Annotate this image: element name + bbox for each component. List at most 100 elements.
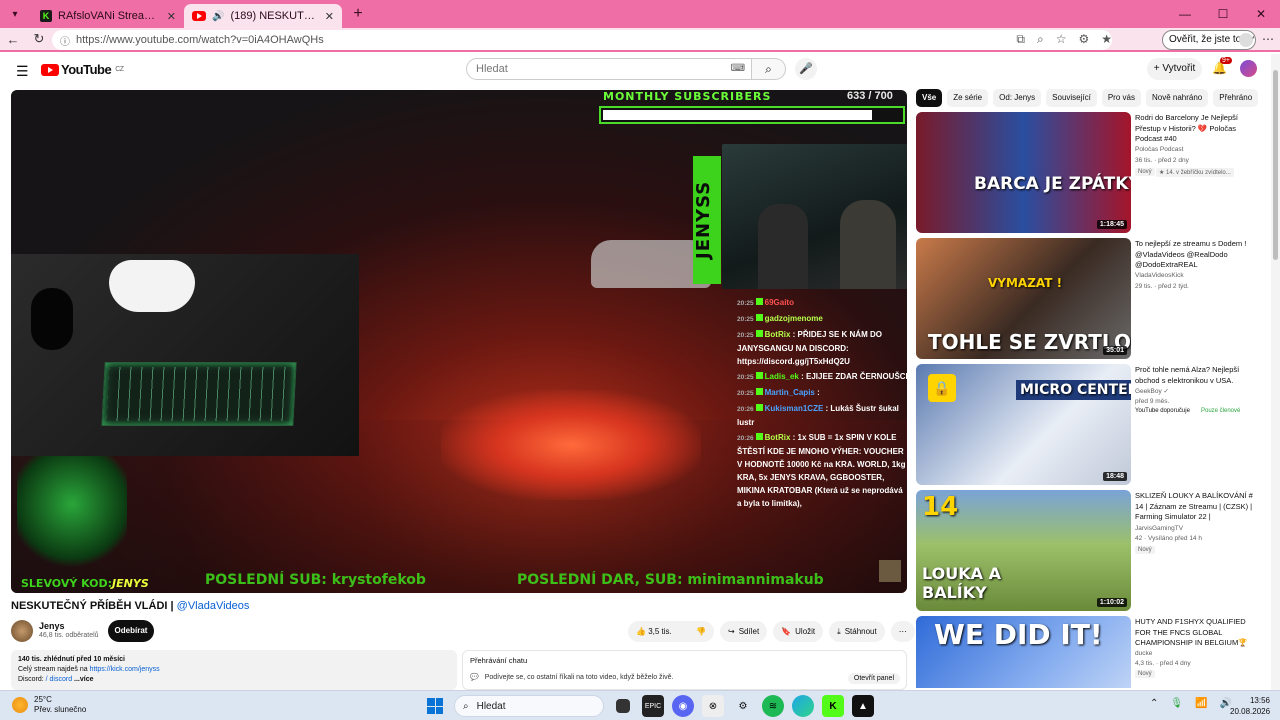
new-tab-button[interactable]: + — [346, 5, 370, 23]
chip-series[interactable]: Ze série — [947, 89, 989, 107]
video-thumbnail[interactable]: WE DID IT! — [916, 616, 1131, 688]
clock[interactable]: 13:56 20.08.2026 — [1230, 695, 1270, 717]
recommendation-channel[interactable]: Poločas Podcast — [1135, 145, 1183, 155]
mic-tray-icon[interactable]: 🎙 — [1170, 698, 1183, 709]
notifications-button[interactable]: 🔔 9+ — [1212, 57, 1232, 75]
site-info-icon[interactable]: ⓘ — [60, 33, 70, 48]
recommendation-item[interactable]: BARCA JE ZPÁTKY? 1:18:45 Rodri do Barcel… — [916, 112, 1270, 234]
recommendation-item[interactable]: VYMAZAT ! TOHLE SE ZVRTLO 35:01 To nejle… — [916, 238, 1270, 360]
save-button[interactable]: 🔖 Uložit — [773, 621, 824, 642]
chip-related[interactable]: Související — [1046, 89, 1097, 107]
account-avatar[interactable] — [1240, 60, 1257, 77]
youtube-logo[interactable]: YouTube CZ — [41, 62, 124, 77]
wifi-icon[interactable]: 📶 — [1195, 698, 1207, 709]
recommendation-title[interactable]: Proč tohle nemá Alza? Nejlepší obchod s … — [1135, 365, 1260, 386]
recommendation-channel[interactable]: ducke — [1135, 649, 1152, 659]
tab-youtube-video[interactable]: 🔊 (189) NESKUTEČNÝ PŘÍBĚH VL ✕ — [184, 4, 342, 28]
dislike-button[interactable]: 👎 — [696, 627, 706, 636]
hamburger-menu-icon[interactable]: ☰ — [16, 63, 29, 80]
recommendation-channel[interactable]: GeekBoy ✓ — [1135, 387, 1169, 397]
search-input[interactable]: Hledat ⌨ — [466, 58, 752, 80]
recommendation-title[interactable]: HUTY AND F1SHYX QUALIFIED FOR THE FNCS G… — [1135, 617, 1260, 649]
chat-text: : — [814, 388, 820, 397]
video-title-link[interactable]: @VladaVideos — [177, 600, 250, 612]
chip-watched[interactable]: Přehráno — [1213, 89, 1259, 107]
tab-actions-menu-icon[interactable]: ▾ — [4, 4, 26, 24]
zoom-icon[interactable]: ⌕ — [1037, 32, 1044, 47]
search-button[interactable]: ⌕ — [752, 58, 786, 80]
open-panel-button[interactable]: Otevřít panel — [847, 673, 900, 684]
page-scrollbar[interactable] — [1271, 54, 1280, 690]
chat-username: BotRix — [764, 433, 791, 442]
recommendation-channel[interactable]: VladaVideosKick — [1135, 271, 1184, 281]
chip-recent[interactable]: Nově nahráno — [1145, 89, 1209, 107]
desc-discord: Discord: — [18, 676, 44, 683]
back-icon[interactable]: ← — [0, 32, 26, 47]
keyboard-icon[interactable]: ⌨ — [731, 59, 745, 79]
video-thumbnail[interactable]: 🔒 MICRO CENTER 18:48 — [916, 364, 1131, 485]
apps-icon[interactable]: ⧉ — [1016, 32, 1025, 47]
video-thumbnail[interactable]: 14 LOUKA A BALÍKY 1:10:02 — [916, 490, 1131, 611]
recommendation-item[interactable]: 🔒 MICRO CENTER 18:48 Proč tohle nemá Alz… — [916, 364, 1270, 486]
epic-games-icon[interactable]: EPIC — [642, 695, 664, 717]
recommendation-title[interactable]: SKLIZEŇ LOUKY A BALÍKOVÁNÍ # 14 | Záznam… — [1135, 491, 1260, 523]
recommendation-item[interactable]: WE DID IT! HUTY AND F1SHYX QUALIFIED FOR… — [916, 616, 1270, 688]
favorite-star-icon[interactable]: ☆ — [1056, 32, 1067, 47]
desc-discord-link[interactable]: / discord — [44, 676, 72, 683]
spotify-icon[interactable]: ≋ — [762, 695, 784, 717]
maximize-icon[interactable]: ☐ — [1204, 0, 1242, 28]
share-button[interactable]: ↪ Sdílet — [720, 621, 768, 642]
clock-date: 20.08.2026 — [1230, 707, 1271, 716]
start-button[interactable] — [424, 695, 446, 717]
desc-more[interactable]: ...více — [74, 676, 93, 683]
kick-app-icon[interactable]: K — [822, 695, 844, 717]
thumbs-down-icon: 👎 — [696, 627, 706, 636]
new-badge: Nový — [1135, 546, 1155, 554]
settings-icon[interactable]: ⚙ — [732, 695, 754, 717]
tab-kick-dashboard[interactable]: K RAfsloVANi Stream - Kick Dashboa ✕ — [32, 4, 184, 28]
favorites-icon[interactable]: ★ — [1101, 32, 1112, 47]
video-description[interactable]: 140 tis. zhlédnutí před 10 měsíci Celý s… — [11, 650, 457, 690]
xbox-icon[interactable]: ⊗ — [702, 695, 724, 717]
taskbar-search-label: Hledat — [476, 700, 506, 712]
verify-identity-button[interactable]: Ověřit, že jste to vy — [1162, 30, 1256, 50]
chip-from-channel[interactable]: Od: Jenys — [993, 89, 1042, 107]
taskbar-apps: ⌕ Hledat EPIC ◉ ⊗ ⚙ ≋ K ▲ — [424, 695, 874, 717]
edge-icon[interactable] — [792, 695, 814, 717]
taskbar-search[interactable]: ⌕ Hledat — [454, 695, 604, 717]
create-button[interactable]: + Vytvořit — [1147, 58, 1202, 80]
chip-all[interactable]: Vše — [916, 89, 943, 107]
chip-for-you[interactable]: Pro vás — [1101, 89, 1141, 107]
extensions-icon[interactable]: ⚙ — [1078, 32, 1089, 47]
video-player[interactable]: MONTHLY SUBSCRIBERS 633 / 700 JENYSS 20:… — [11, 90, 907, 593]
discord-icon[interactable]: ◉ — [672, 695, 694, 717]
channel-avatar[interactable] — [11, 620, 33, 642]
scrollbar-thumb[interactable] — [1273, 70, 1278, 260]
weather-widget[interactable]: 25°C Přev. slunečno — [12, 695, 86, 715]
speaker-icon[interactable]: 🔊 — [212, 11, 224, 22]
like-button[interactable]: 👍 3,5 tis. — [636, 627, 672, 636]
url-field[interactable]: ⓘ https://www.youtube.com/watch?v=0iA4OH… — [52, 30, 1112, 50]
subscribe-button[interactable]: Odebírat — [108, 620, 154, 642]
video-thumbnail[interactable]: VYMAZAT ! TOHLE SE ZVRTLO 35:01 — [916, 238, 1131, 359]
recommendation-item[interactable]: 14 LOUKA A BALÍKY 1:10:02 SKLIZEŇ LOUKY … — [916, 490, 1270, 612]
download-button[interactable]: ⤓ Stáhnout — [829, 621, 885, 642]
recommendation-title[interactable]: To nejlepší ze streamu s Dodem ! @VladaV… — [1135, 239, 1260, 271]
channel-name[interactable]: Jenys — [39, 621, 65, 631]
refresh-icon[interactable]: ↻ — [26, 31, 52, 47]
chat-time: 20:25 — [737, 374, 754, 381]
chevron-up-icon[interactable]: ⌃ — [1150, 698, 1158, 709]
terminal-icon[interactable]: ▲ — [852, 695, 874, 717]
desc-link[interactable]: https://kick.com/jenyss — [90, 666, 160, 673]
recommendation-channel[interactable]: JarvisGamingTV — [1135, 524, 1183, 534]
video-thumbnail[interactable]: BARCA JE ZPÁTKY? 1:18:45 — [916, 112, 1131, 233]
tab-close-icon[interactable]: ✕ — [325, 10, 334, 23]
close-window-icon[interactable]: ✕ — [1242, 0, 1280, 28]
voice-search-button[interactable]: 🎤 — [795, 58, 817, 80]
task-view-icon[interactable] — [616, 699, 630, 713]
tab-close-icon[interactable]: ✕ — [167, 10, 176, 23]
browser-menu-icon[interactable]: ⋯ — [1262, 32, 1274, 46]
recommendation-title[interactable]: Rodri do Barcelony Je Nejlepší Přestup v… — [1135, 113, 1260, 145]
minimize-icon[interactable]: — — [1166, 0, 1204, 28]
more-actions-button[interactable]: ⋯ — [890, 621, 915, 642]
